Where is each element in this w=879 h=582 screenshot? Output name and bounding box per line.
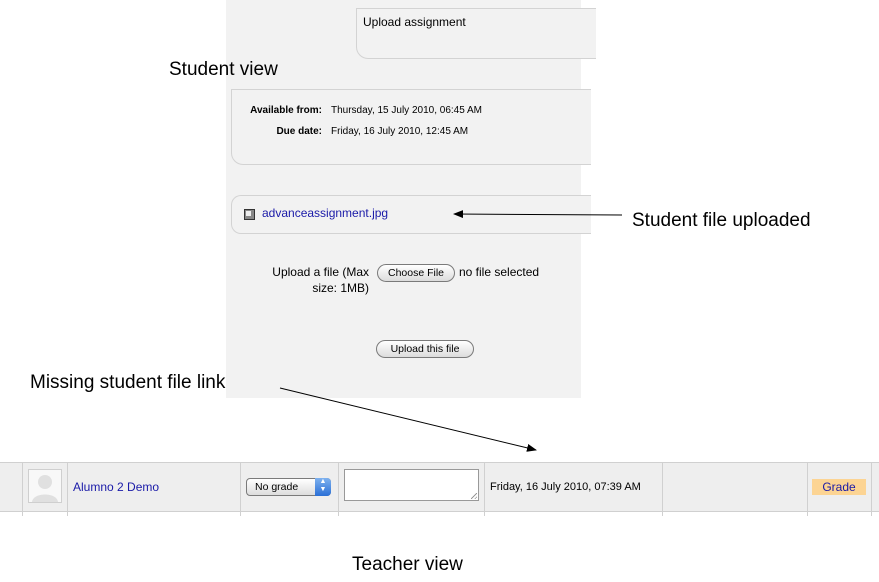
arrow-to-missing-link bbox=[279, 387, 537, 452]
annotation-arrows bbox=[279, 210, 623, 452]
arrow-to-uploaded-file bbox=[453, 210, 623, 219]
